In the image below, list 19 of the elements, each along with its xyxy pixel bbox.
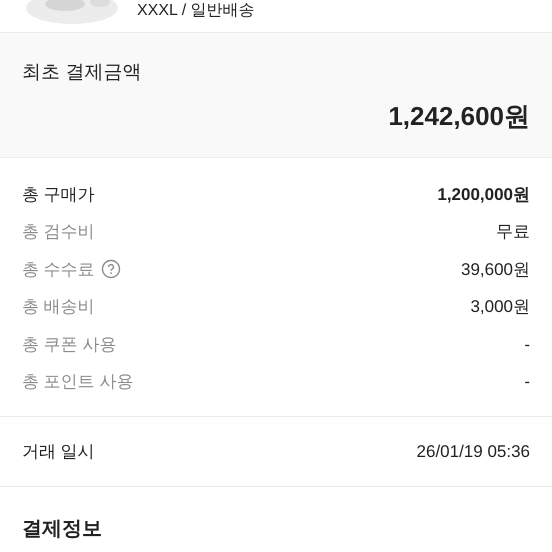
- product-option: XXXL / 일반배송: [137, 1, 255, 21]
- initial-payment-amount: 1,242,600원: [388, 100, 530, 133]
- fee-label: 총 쿠폰 사용: [22, 334, 116, 356]
- fee-value: 1,200,000원: [437, 184, 530, 206]
- fee-value: -: [524, 370, 530, 393]
- fee-label: 총 검수비: [22, 221, 95, 244]
- transaction-datetime: 26/01/19 05:36: [416, 441, 530, 464]
- initial-payment-title: 최초 결제금액: [22, 61, 142, 85]
- fee-value: 무료: [496, 221, 530, 244]
- fee-label: 총 포인트 사용: [22, 370, 134, 393]
- fee-value: -: [524, 334, 530, 356]
- fee-value: 3,000원: [470, 296, 530, 318]
- help-icon[interactable]: [100, 259, 121, 280]
- section-title: 결제정보: [22, 518, 102, 540]
- fee-label: 총 수수료: [22, 258, 95, 281]
- fee-label: 총 구매가: [22, 184, 95, 206]
- fee-label: 총 배송비: [22, 296, 95, 318]
- transaction-label: 거래 일시: [22, 441, 95, 464]
- fee-value: 39,600원: [461, 258, 530, 281]
